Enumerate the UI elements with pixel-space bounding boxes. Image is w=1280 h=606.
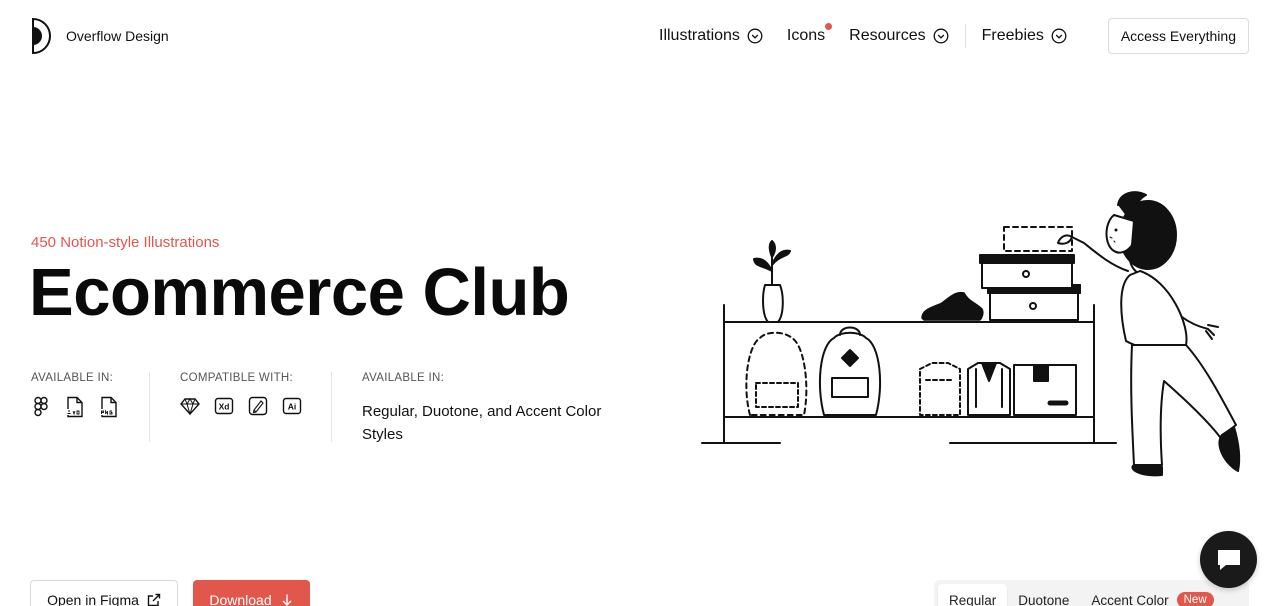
- nav-item-freebies[interactable]: Freebies: [982, 27, 1067, 45]
- nav-divider: [964, 24, 966, 48]
- notification-dot: [825, 23, 833, 30]
- hero-eyebrow: 450 Notion-style Illustrations: [31, 234, 220, 251]
- brand-logo[interactable]: Overflow Design: [30, 17, 169, 55]
- nav-item-resources[interactable]: Resources: [849, 27, 949, 45]
- affinity-pen-icon: [248, 396, 268, 416]
- tab-duotone[interactable]: Duotone: [1007, 584, 1080, 606]
- chat-icon: [1217, 549, 1240, 570]
- access-everything-button[interactable]: Access Everything: [1107, 18, 1249, 54]
- ecommerce-shelf-illustration: [701, 191, 1241, 477]
- chat-widget-button[interactable]: [1200, 531, 1257, 588]
- formats-column: AVAILABLE IN:: [31, 372, 149, 442]
- formats-label: AVAILABLE IN:: [31, 372, 114, 384]
- chevron-down-circle-icon: [933, 28, 949, 44]
- styles-description: Regular, Duotone, and Accent Color Style…: [362, 403, 602, 443]
- format-icons: [31, 396, 149, 418]
- illustrator-icon: Ai: [282, 397, 302, 415]
- nav-item-icons[interactable]: Icons: [786, 23, 833, 45]
- half-moon-logo-icon: [32, 17, 51, 55]
- new-badge: New: [1176, 592, 1214, 606]
- open-in-figma-button[interactable]: Open in Figma: [30, 580, 178, 606]
- sketch-icon: [180, 398, 200, 416]
- style-tabs: Regular Duotone Accent Color New: [934, 580, 1249, 606]
- download-label: Download: [209, 592, 272, 606]
- tab-accent-color-label: Accent Color: [1091, 592, 1169, 606]
- page-title: Ecommerce Club: [29, 255, 570, 330]
- xd-icon: Xd: [214, 397, 234, 415]
- nav-item-label: Resources: [849, 27, 926, 44]
- tab-regular[interactable]: Regular: [938, 584, 1008, 606]
- svg-text:Ai: Ai: [288, 402, 297, 412]
- styles-label: AVAILABLE IN:: [362, 372, 445, 384]
- styles-column: AVAILABLE IN: Regular, Duotone, and Acce…: [331, 372, 631, 443]
- external-link-icon: [147, 593, 161, 606]
- open-in-figma-label: Open in Figma: [47, 592, 139, 606]
- svg-file-icon: [66, 396, 83, 418]
- figma-icon: [34, 396, 48, 417]
- brand-name: Overflow Design: [66, 28, 169, 44]
- nav-item-label: Freebies: [981, 27, 1044, 44]
- chevron-down-circle-icon: [1051, 28, 1067, 44]
- tool-icons: Xd Ai: [180, 396, 331, 416]
- tab-accent-color[interactable]: Accent Color New: [1080, 584, 1224, 606]
- chevron-down-circle-icon: [747, 28, 763, 44]
- download-button[interactable]: Download: [193, 580, 310, 606]
- nav-item-label: Illustrations: [659, 27, 740, 44]
- compatibility-column: COMPATIBLE WITH: Xd Ai: [149, 372, 331, 442]
- arrow-down-icon: [282, 594, 292, 606]
- nav-item-illustrations[interactable]: Illustrations: [659, 27, 763, 45]
- nav-item-label: Icons: [786, 27, 826, 44]
- product-meta: AVAILABLE IN: COMPATIBLE WITH: Xd Ai AVA…: [31, 372, 631, 443]
- main-nav: Illustrations Icons Resources Freebies: [659, 18, 1091, 54]
- svg-text:Xd: Xd: [219, 402, 230, 412]
- compat-label: COMPATIBLE WITH:: [180, 372, 293, 384]
- png-file-icon: [100, 396, 117, 418]
